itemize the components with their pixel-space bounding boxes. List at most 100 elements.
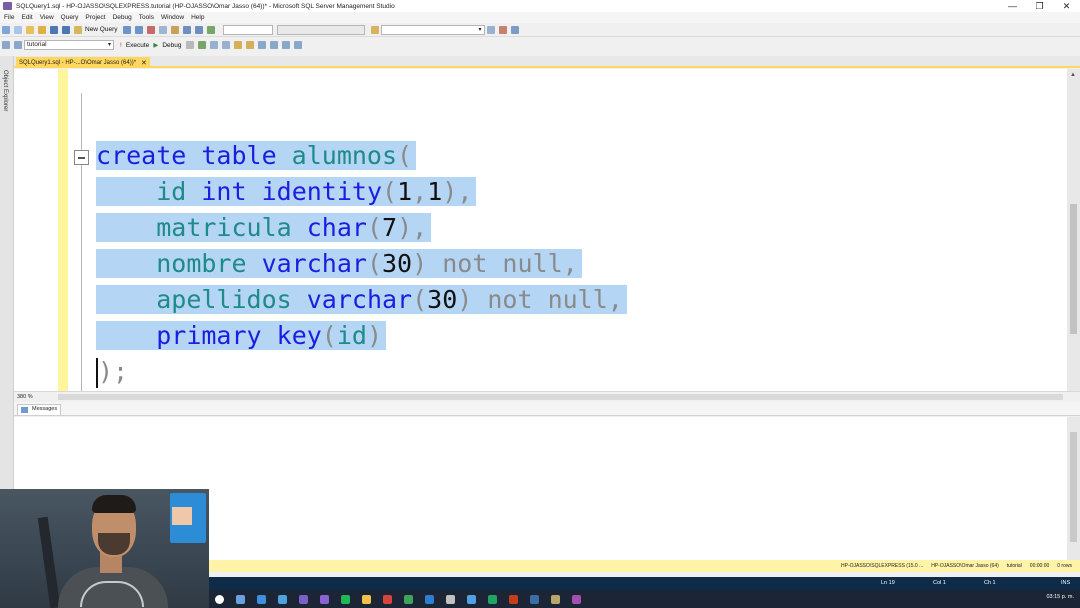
office-icon[interactable]	[383, 594, 392, 604]
outdent-icon[interactable]	[294, 41, 303, 49]
menu-window[interactable]: Window	[161, 14, 184, 21]
forward-icon[interactable]	[14, 25, 22, 34]
code-area[interactable]: create table alumnos( id int identity(1,…	[96, 138, 627, 390]
database-select[interactable]: tutorial ▾	[24, 40, 114, 50]
comment-icon[interactable]	[258, 41, 267, 49]
find-icon[interactable]	[370, 25, 379, 34]
selected-text[interactable]: apellidos varchar(30) not null,	[96, 285, 627, 314]
object-explorer-rail[interactable]: Object Explorer	[0, 56, 14, 490]
estimated-plan-icon[interactable]	[210, 41, 219, 49]
teams-icon[interactable]	[299, 594, 308, 604]
start-icon[interactable]	[215, 594, 224, 604]
results-vertical-scrollbar[interactable]	[1067, 417, 1080, 560]
maximize-button[interactable]: ❐	[1026, 0, 1053, 12]
analysis-query-icon[interactable]	[134, 25, 143, 34]
uncomment-icon[interactable]	[270, 41, 279, 49]
query-editor[interactable]: create table alumnos( id int identity(1,…	[14, 69, 1067, 391]
cut-icon[interactable]	[146, 25, 155, 34]
tab-sqlquery1[interactable]: SQLQuery1.sql - HP-...O\Omar Jasso (64))…	[16, 57, 150, 68]
new-project-icon[interactable]	[26, 25, 34, 34]
menu-query[interactable]: Query	[61, 14, 79, 21]
selected-text[interactable]: nombre varchar(30) not null,	[96, 249, 582, 278]
parse-icon[interactable]	[198, 41, 207, 49]
menu-file[interactable]: File	[4, 14, 14, 21]
redo-icon[interactable]	[194, 25, 203, 34]
task-view-icon[interactable]	[236, 594, 245, 604]
code-line[interactable]: nombre varchar(30) not null,	[96, 246, 627, 282]
menu-edit[interactable]: Edit	[21, 14, 32, 21]
indent-icon[interactable]	[282, 41, 291, 49]
code-line[interactable]: id int identity(1,1),	[96, 174, 627, 210]
menu-view[interactable]: View	[40, 14, 54, 21]
new-query-button[interactable]: New Query	[85, 26, 118, 33]
toolbox-icon[interactable]	[498, 25, 507, 34]
menu-tools[interactable]: Tools	[139, 14, 154, 21]
menu-help[interactable]: Help	[191, 14, 204, 21]
scroll-thumb[interactable]	[1070, 204, 1077, 334]
word-icon[interactable]	[467, 594, 476, 604]
results-to-text-icon[interactable]	[234, 41, 243, 49]
code-line[interactable]: );	[96, 354, 627, 390]
vscode-icon[interactable]	[425, 594, 434, 604]
excel-icon[interactable]	[488, 594, 497, 604]
close-icon[interactable]: ✕	[141, 59, 147, 67]
store-icon[interactable]	[257, 594, 266, 604]
file-explorer-icon[interactable]	[362, 594, 371, 604]
document-tab-strip: SQLQuery1.sql - HP-...O\Omar Jasso (64))…	[14, 56, 1080, 68]
back-icon[interactable]	[2, 25, 10, 34]
notepad-icon[interactable]	[446, 594, 455, 604]
app2-icon[interactable]	[404, 594, 413, 604]
ssms-taskbar-icon[interactable]	[551, 594, 560, 604]
connect-icon[interactable]	[2, 41, 10, 49]
photos-icon[interactable]	[530, 594, 539, 604]
properties-icon[interactable]	[486, 25, 495, 34]
object-explorer-label[interactable]: Object Explorer	[2, 70, 8, 111]
obs-icon[interactable]	[572, 594, 581, 604]
save-icon[interactable]	[50, 25, 58, 34]
scroll-up-icon[interactable]: ▲	[1070, 72, 1076, 78]
taskbar-clock[interactable]: 03:15 p. m.	[1046, 594, 1074, 600]
new-query-icon[interactable]	[74, 25, 82, 34]
results-to-grid-icon[interactable]	[246, 41, 255, 49]
find-combo[interactable]: ▾	[380, 24, 485, 35]
zoom-level[interactable]: 380 %	[17, 394, 33, 400]
editor-horizontal-scrollbar[interactable]	[58, 394, 1063, 400]
execute-button[interactable]: Execute	[126, 42, 150, 49]
database-query-icon[interactable]	[122, 25, 131, 34]
paste-icon[interactable]	[170, 25, 179, 34]
editor-vertical-scrollbar[interactable]: ▲	[1067, 69, 1080, 391]
edge-icon[interactable]	[278, 594, 287, 604]
solution-config-combo[interactable]	[222, 24, 273, 35]
window-layout-icon[interactable]	[510, 25, 519, 34]
debug-button[interactable]: Debug	[162, 42, 181, 49]
copy-icon[interactable]	[158, 25, 167, 34]
platform-combo[interactable]	[276, 24, 365, 35]
selected-text[interactable]: primary key(id)	[96, 321, 387, 350]
code-line[interactable]: matricula char(7),	[96, 210, 627, 246]
change-tracking-margin	[58, 69, 68, 391]
selected-text[interactable]: matricula char(7),	[96, 213, 432, 242]
selected-text[interactable]: create table alumnos(	[96, 141, 417, 170]
tab-messages[interactable]: Messages	[17, 404, 62, 415]
start-icon[interactable]	[206, 25, 215, 34]
open-file-icon[interactable]	[38, 25, 46, 34]
query-options-icon[interactable]	[222, 41, 231, 49]
results-scroll-thumb[interactable]	[1070, 432, 1077, 542]
spotify-icon[interactable]	[341, 594, 350, 604]
code-token: alumnos	[291, 141, 398, 170]
menu-debug[interactable]: Debug	[113, 14, 132, 21]
powerpoint-icon[interactable]	[509, 594, 518, 604]
close-window-button[interactable]: ✕	[1053, 0, 1080, 12]
code-line[interactable]: apellidos varchar(30) not null,	[96, 282, 627, 318]
change-connection-icon[interactable]	[14, 41, 22, 49]
collapse-icon[interactable]	[74, 150, 89, 165]
app-icon[interactable]	[320, 594, 329, 604]
code-line[interactable]: create table alumnos(	[96, 138, 627, 174]
save-all-icon[interactable]	[62, 25, 70, 34]
code-line[interactable]: primary key(id)	[96, 318, 627, 354]
cancel-query-icon[interactable]	[186, 41, 195, 49]
undo-icon[interactable]	[182, 25, 191, 34]
minimize-button[interactable]: —	[999, 0, 1026, 12]
selected-text[interactable]: id int identity(1,1),	[96, 177, 477, 206]
menu-project[interactable]: Project	[85, 14, 105, 21]
